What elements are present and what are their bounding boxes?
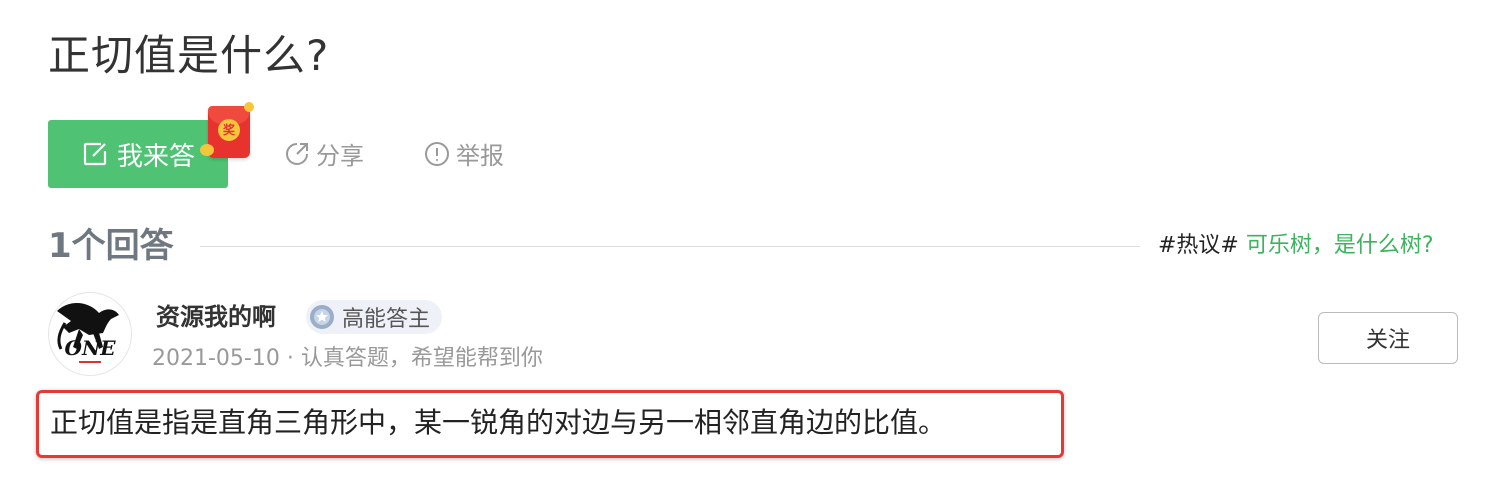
divider [200, 246, 1140, 247]
avatar[interactable]: ONE [48, 292, 132, 376]
edit-icon [81, 140, 109, 168]
report-label: 举报 [456, 142, 504, 170]
author-badge-label: 高能答主 [342, 307, 431, 332]
medal-icon [308, 303, 336, 331]
share-label: 分享 [316, 142, 364, 170]
answer-button-label: 我来答 [116, 141, 195, 172]
hot-topic-link[interactable]: 可乐树，是什么树? [1246, 233, 1434, 258]
reward-coin: 奖 [218, 119, 240, 141]
answer-meta: 2021-05-10 · 认真答题，希望能帮到你 [152, 346, 543, 371]
question-title: 正切值是什么? [48, 31, 330, 80]
hot-topic: #热议# 可乐树，是什么树? [1158, 230, 1434, 262]
reward-redpacket-icon[interactable]: 奖 [200, 102, 254, 158]
hot-topic-tag: #热议# [1158, 233, 1239, 258]
answer-count: 1个回答 [48, 226, 174, 266]
author-badge: 高能答主 [306, 300, 443, 334]
share-icon [284, 141, 310, 167]
follow-button[interactable]: 关注 [1318, 312, 1458, 364]
answer-text: 正切值是指是直角三角形中，某一锐角的对边与另一相邻直角边的比值。 [50, 406, 947, 439]
report-button[interactable]: 举报 [424, 136, 504, 171]
author-name[interactable]: 资源我的啊 [156, 298, 276, 336]
share-button[interactable]: 分享 [284, 136, 364, 171]
avatar-logo-text: ONE [65, 336, 117, 360]
warning-icon [424, 141, 450, 167]
